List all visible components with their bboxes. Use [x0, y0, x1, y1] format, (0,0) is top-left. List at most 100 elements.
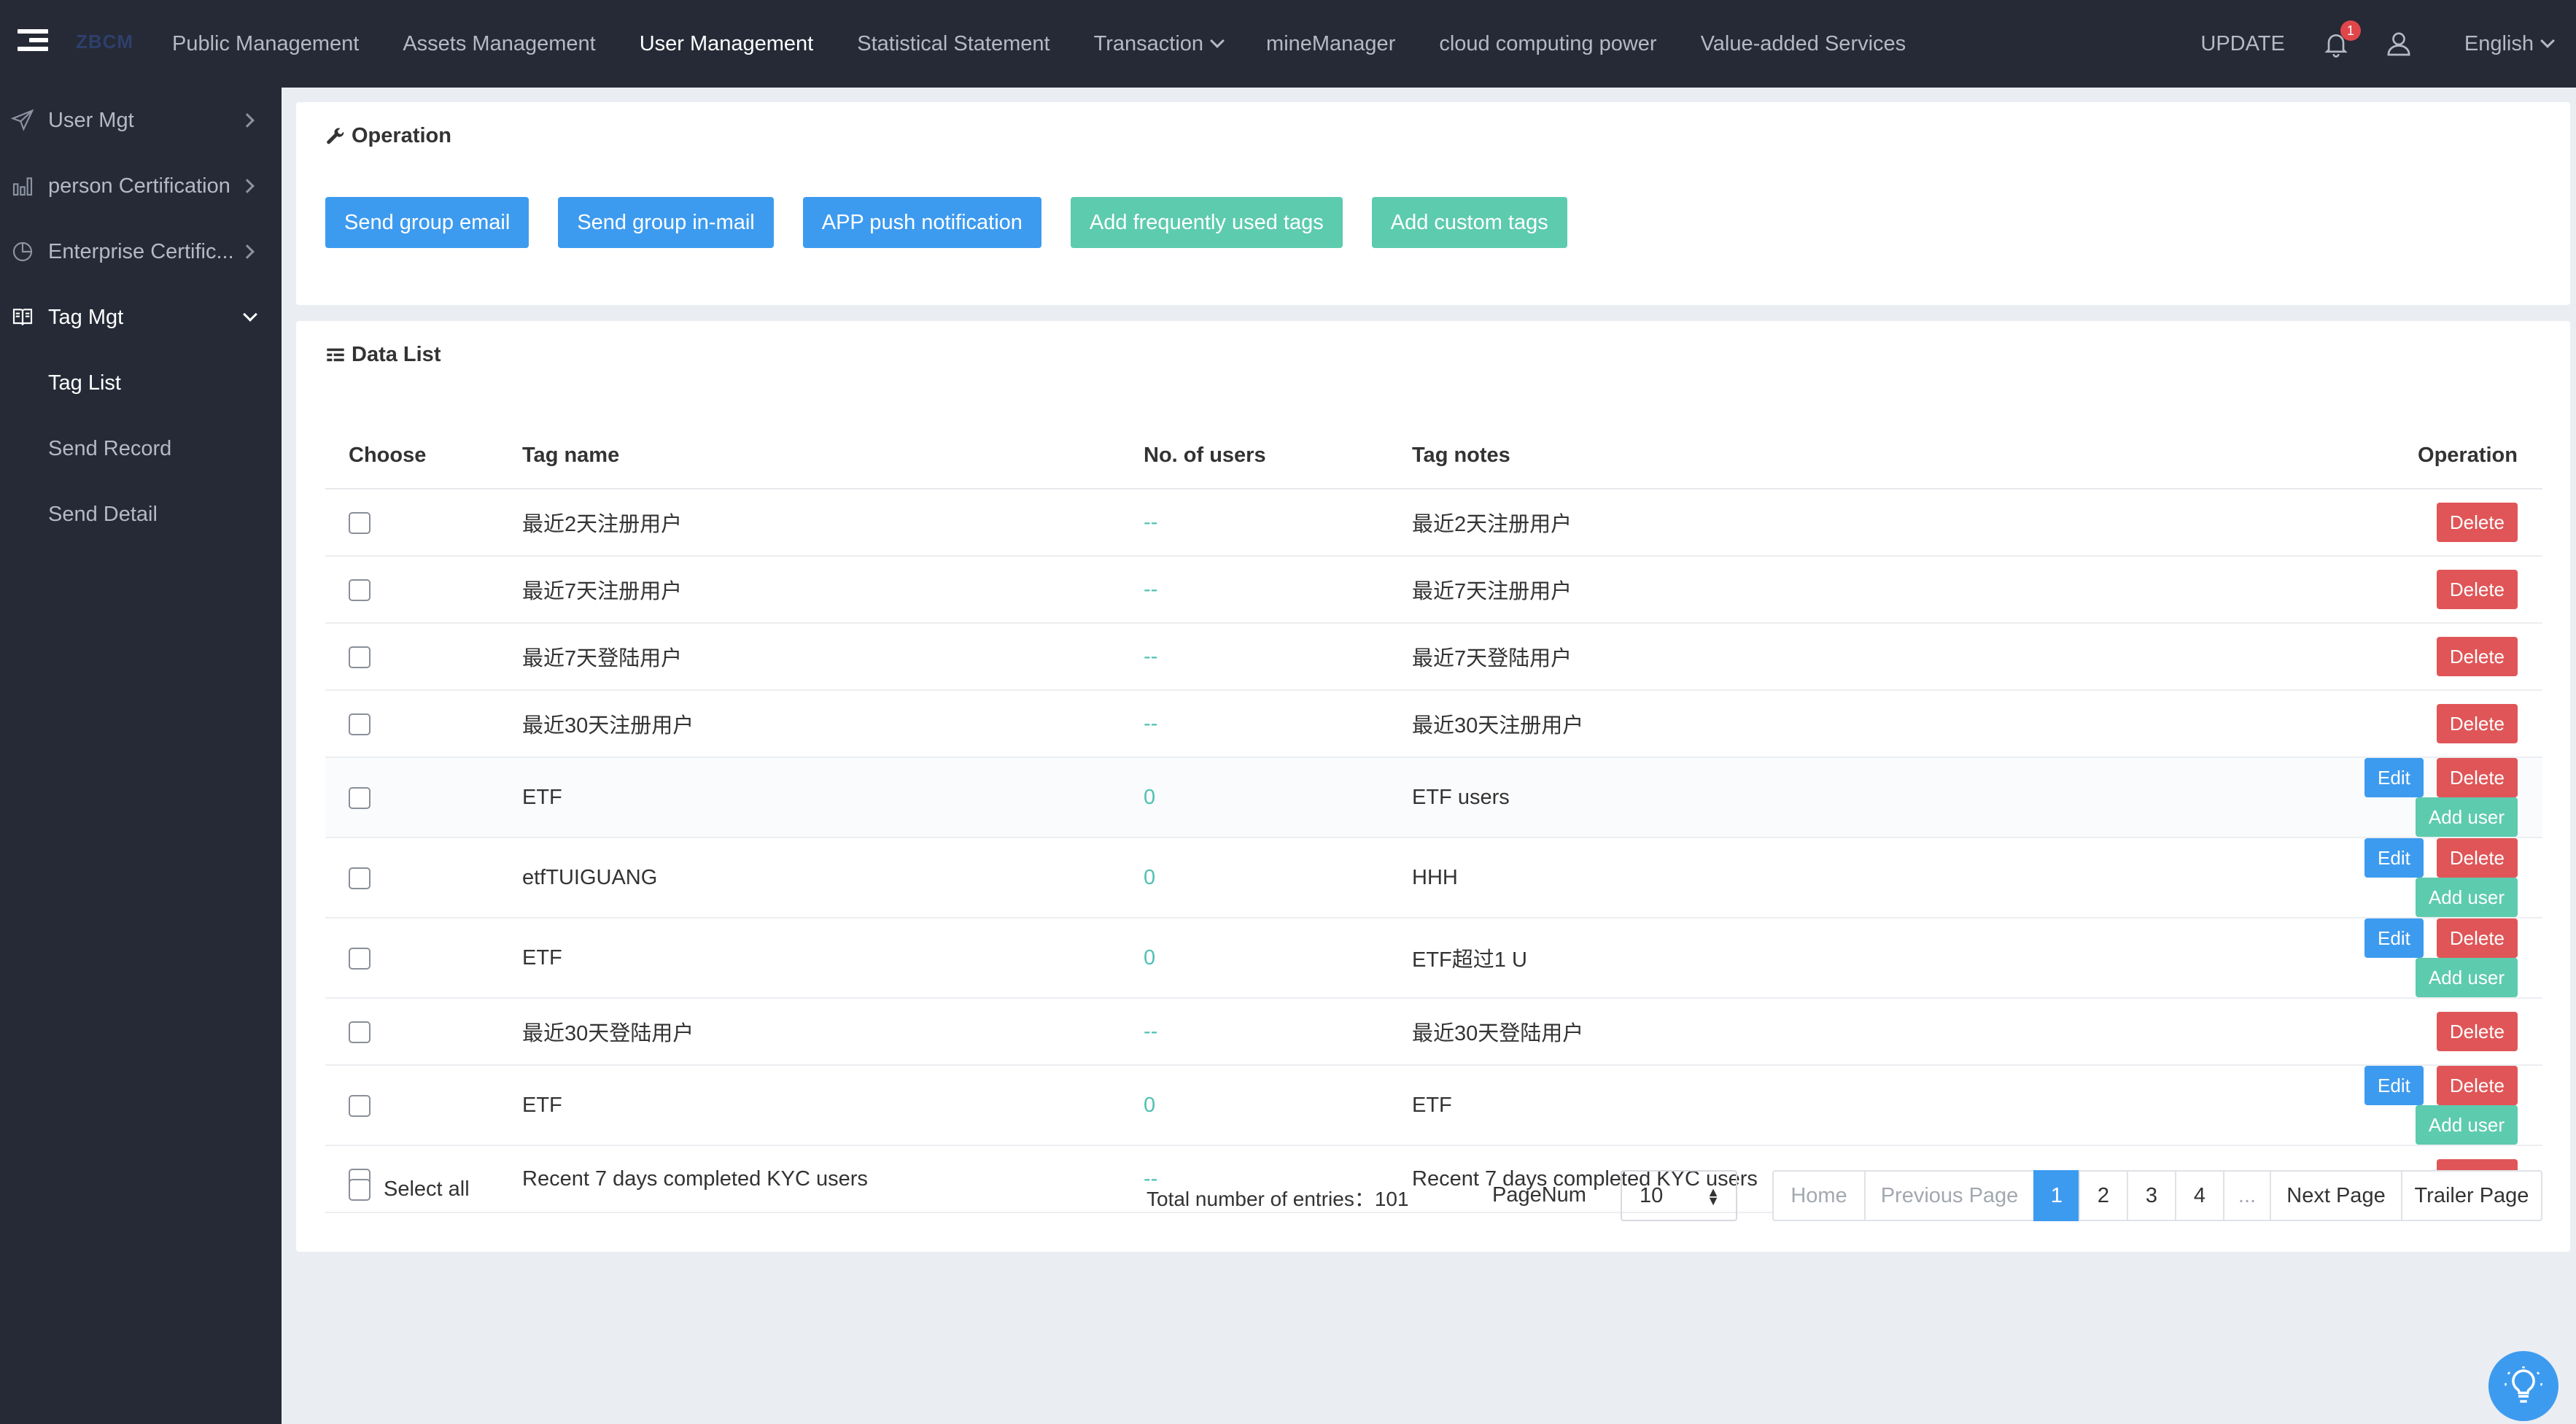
menu-toggle-icon[interactable]: [18, 29, 48, 54]
page-trailer-button[interactable]: Trailer Page: [2401, 1170, 2542, 1221]
sidebar-item-enterprise-certification[interactable]: Enterprise Certific...: [0, 219, 282, 285]
edit-button[interactable]: Edit: [2364, 838, 2424, 878]
help-fab-button[interactable]: [2488, 1351, 2558, 1421]
pagination: Home Previous Page 1 2 3 4 ... Next Page…: [1772, 1170, 2542, 1221]
delete-button[interactable]: Delete: [2436, 1012, 2518, 1051]
tag-notes-cell: HHH: [1412, 837, 2251, 918]
tag-name-cell: 最近2天注册用户: [522, 489, 1144, 557]
nav-cloud-computing-power[interactable]: cloud computing power: [1439, 32, 1656, 56]
nav-label: Transaction: [1093, 31, 1204, 55]
sidebar-item-label: person Certification: [48, 174, 230, 198]
book-icon: [10, 305, 35, 330]
tag-name-cell: 最近30天注册用户: [522, 690, 1144, 758]
table-row: ETF 0 ETF users Edit DeleteAdd user: [325, 757, 2542, 838]
page-previous-button[interactable]: Previous Page: [1864, 1170, 2035, 1221]
nav-value-added-services[interactable]: Value-added Services: [1701, 32, 1906, 56]
sidebar-item-label: Tag Mgt: [48, 305, 124, 329]
delete-button[interactable]: Delete: [2436, 758, 2518, 797]
update-link[interactable]: UPDATE: [2200, 32, 2284, 56]
chevron-down-icon: [243, 307, 257, 322]
nav-transaction[interactable]: Transaction: [1093, 31, 1225, 56]
app-push-notification-button[interactable]: APP push notification: [802, 197, 1041, 248]
delete-button[interactable]: Delete: [2436, 637, 2518, 676]
column-header-tag-name: Tag name: [522, 416, 1144, 490]
nav-mine-manager[interactable]: mineManager: [1266, 32, 1395, 56]
row-checkbox[interactable]: [349, 646, 371, 668]
nav-assets-management[interactable]: Assets Management: [403, 32, 595, 56]
tag-table: Choose Tag name No. of users Tag notes O…: [325, 416, 2542, 1213]
row-checkbox[interactable]: [349, 511, 371, 534]
delete-button[interactable]: Delete: [2436, 570, 2518, 609]
table-row: 最近2天注册用户 -- 最近2天注册用户 Delete: [325, 489, 2542, 557]
add-frequent-tags-button[interactable]: Add frequently used tags: [1070, 197, 1343, 248]
delete-button[interactable]: Delete: [2436, 918, 2518, 958]
delete-button[interactable]: Delete: [2436, 1066, 2518, 1105]
row-checkbox[interactable]: [349, 947, 371, 970]
row-checkbox[interactable]: [349, 1094, 371, 1117]
page-button-1[interactable]: 1: [2033, 1170, 2080, 1221]
add-user-button[interactable]: Add user: [2415, 958, 2518, 997]
tag-notes-cell: ETF users: [1412, 757, 2251, 838]
row-checkbox[interactable]: [349, 578, 371, 601]
sidebar-subitem-send-detail[interactable]: Send Detail: [0, 481, 282, 547]
page-size-value: 10: [1640, 1184, 1664, 1207]
page-size-select[interactable]: 10 ▲ ▼: [1621, 1170, 1737, 1221]
user-count-cell: --: [1144, 556, 1412, 624]
total-entries: Total number of entries：101: [1147, 1188, 1409, 1210]
data-list-title: Data List: [325, 343, 441, 367]
edit-button[interactable]: Edit: [2364, 918, 2424, 958]
row-checkbox[interactable]: [349, 713, 371, 735]
add-user-button[interactable]: Add user: [2415, 878, 2518, 917]
sidebar-subitem-tag-list[interactable]: Tag List: [0, 350, 282, 416]
nav-label: Assets Management: [403, 31, 596, 55]
row-checkbox[interactable]: [349, 786, 371, 809]
user-profile-button[interactable]: [2384, 29, 2413, 58]
select-arrows-icon: ▲ ▼: [1707, 1185, 1720, 1208]
sidebar-item-person-certification[interactable]: person Certification: [0, 153, 282, 219]
send-group-in-mail-button[interactable]: Send group in-mail: [558, 197, 774, 248]
page-home-button[interactable]: Home: [1772, 1170, 1866, 1221]
page-button-2[interactable]: 2: [2079, 1170, 2128, 1221]
select-all-checkbox[interactable]: [349, 1178, 371, 1201]
pie-chart-icon: [10, 239, 35, 264]
delete-button[interactable]: Delete: [2436, 503, 2518, 542]
row-checkbox[interactable]: [349, 867, 371, 889]
notification-bell[interactable]: 1: [2321, 20, 2361, 58]
user-count-cell: 0: [1144, 837, 1412, 918]
select-all[interactable]: Select all: [349, 1177, 470, 1202]
add-user-button[interactable]: Add user: [2415, 797, 2518, 837]
delete-button[interactable]: Delete: [2436, 704, 2518, 743]
language-label: English: [2464, 31, 2534, 55]
page-next-button[interactable]: Next Page: [2270, 1170, 2402, 1221]
send-group-email-button[interactable]: Send group email: [325, 197, 529, 248]
data-list-title-text: Data List: [352, 343, 441, 366]
delete-button[interactable]: Delete: [2436, 838, 2518, 878]
nav-user-management[interactable]: User Management: [640, 32, 814, 56]
edit-button[interactable]: Edit: [2364, 1066, 2424, 1105]
row-checkbox[interactable]: [349, 1021, 371, 1043]
add-user-button[interactable]: Add user: [2415, 1105, 2518, 1145]
nav-label: cloud computing power: [1439, 31, 1657, 55]
language-selector[interactable]: English: [2464, 31, 2555, 56]
user-count-cell: 0: [1144, 757, 1412, 838]
table-row: ETF 0 ETF超过1 U Edit DeleteAdd user: [325, 918, 2542, 999]
page-button-3[interactable]: 3: [2127, 1170, 2176, 1221]
column-header-users: No. of users: [1144, 416, 1412, 490]
sidebar-subitem-send-record[interactable]: Send Record: [0, 416, 282, 481]
table-row: ETF 0 ETF Edit DeleteAdd user: [325, 1065, 2542, 1146]
add-custom-tags-button[interactable]: Add custom tags: [1371, 197, 1567, 248]
nav-statistical-statement[interactable]: Statistical Statement: [857, 32, 1050, 56]
operation-button-group: Send group email Send group in-mail APP …: [325, 197, 1597, 248]
tag-notes-cell: 最近7天注册用户: [1412, 556, 2251, 624]
page-button-4[interactable]: 4: [2175, 1170, 2224, 1221]
edit-button[interactable]: Edit: [2364, 758, 2424, 797]
tag-notes-cell: 最近30天注册用户: [1412, 690, 2251, 758]
nav-public-management[interactable]: Public Management: [172, 32, 359, 56]
sidebar-item-tag-mgt[interactable]: Tag Mgt: [0, 285, 282, 350]
logo: ZBCM: [76, 31, 134, 53]
sidebar-item-user-mgt[interactable]: User Mgt: [0, 88, 282, 153]
user-count-cell: --: [1144, 690, 1412, 758]
tag-name-cell: 最近7天注册用户: [522, 556, 1144, 624]
user-count-cell: --: [1144, 623, 1412, 691]
user-icon: [2387, 32, 2410, 56]
